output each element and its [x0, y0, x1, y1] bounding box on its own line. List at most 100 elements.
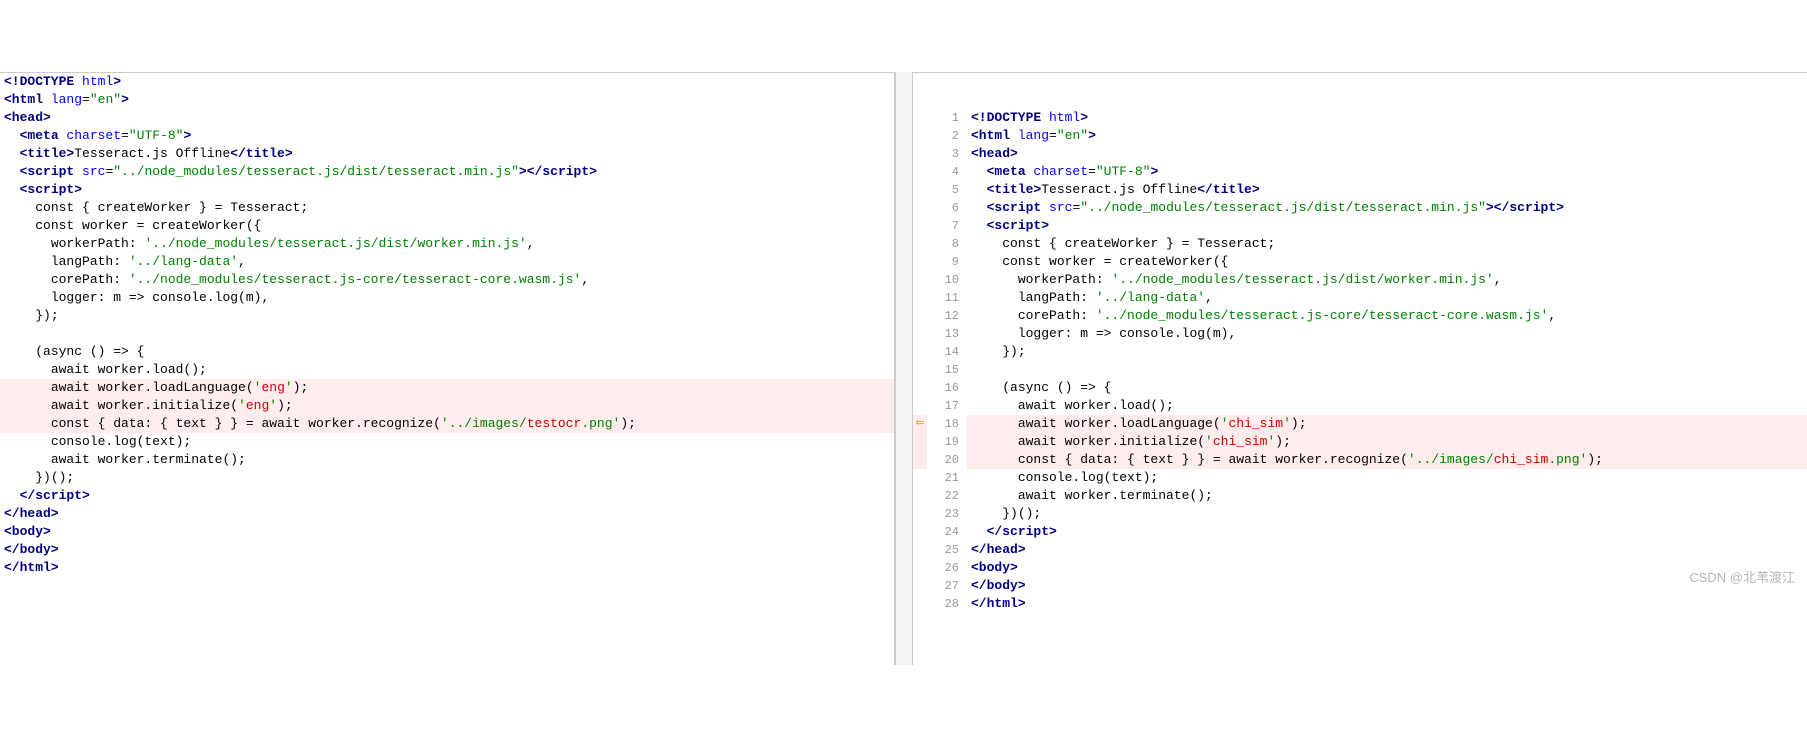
code-content: <title>Tesseract.js Offline</title>	[967, 181, 1807, 199]
code-line[interactable]: 21 console.log(text);	[913, 469, 1807, 487]
code-line[interactable]: <title>Tesseract.js Offline</title>	[0, 145, 894, 163]
code-line[interactable]: logger: m => console.log(m),	[0, 289, 894, 307]
line-number: 12	[927, 307, 967, 325]
code-content: });	[967, 343, 1807, 361]
code-line[interactable]: 8 const { createWorker } = Tesseract;	[913, 235, 1807, 253]
line-number: 2	[927, 127, 967, 145]
code-line[interactable]: 10 workerPath: '../node_modules/tesserac…	[913, 271, 1807, 289]
line-number: 16	[927, 379, 967, 397]
code-line[interactable]: 14 });	[913, 343, 1807, 361]
code-line[interactable]: 2<html lang="en">	[913, 127, 1807, 145]
code-content: console.log(text);	[967, 469, 1807, 487]
code-content: <meta charset="UTF-8">	[0, 127, 894, 145]
code-line[interactable]: 5 <title>Tesseract.js Offline</title>	[913, 181, 1807, 199]
code-line[interactable]: <!DOCTYPE html>	[0, 73, 894, 91]
code-line[interactable]: 13 logger: m => console.log(m),	[913, 325, 1807, 343]
code-content: });	[0, 307, 894, 325]
code-line[interactable]: 26<body>	[913, 559, 1807, 577]
code-line[interactable]: 27</body>	[913, 577, 1807, 595]
code-content: <script src="../node_modules/tesseract.j…	[0, 163, 894, 181]
code-line[interactable]: console.log(text);	[0, 433, 894, 451]
line-number: 21	[927, 469, 967, 487]
code-line[interactable]: </script>	[0, 487, 894, 505]
line-number: 7	[927, 217, 967, 235]
code-line[interactable]: 24 </script>	[913, 523, 1807, 541]
code-content: workerPath: '../node_modules/tesseract.j…	[967, 271, 1807, 289]
code-content: (async () => {	[967, 379, 1807, 397]
code-line[interactable]: await worker.load();	[0, 361, 894, 379]
code-line[interactable]	[0, 325, 894, 343]
code-line[interactable]: 22 await worker.terminate();	[913, 487, 1807, 505]
code-content: console.log(text);	[0, 433, 894, 451]
code-line[interactable]: 12 corePath: '../node_modules/tesseract.…	[913, 307, 1807, 325]
code-line[interactable]: 7 <script>	[913, 217, 1807, 235]
line-number: 1	[927, 109, 967, 127]
code-line[interactable]: <head>	[0, 109, 894, 127]
code-line[interactable]: 19 await worker.initialize('chi_sim');	[913, 433, 1807, 451]
code-content: const worker = createWorker({	[0, 217, 894, 235]
code-line[interactable]: 4 <meta charset="UTF-8">	[913, 163, 1807, 181]
code-line[interactable]: const { createWorker } = Tesseract;	[0, 199, 894, 217]
code-line[interactable]: <body>	[0, 523, 894, 541]
code-line[interactable]: await worker.loadLanguage('eng');	[0, 379, 894, 397]
code-line[interactable]: 23 })();	[913, 505, 1807, 523]
code-content: <meta charset="UTF-8">	[967, 163, 1807, 181]
code-line[interactable]: await worker.terminate();	[0, 451, 894, 469]
left-editor-pane[interactable]: <!DOCTYPE html><html lang="en"><head> <m…	[0, 72, 895, 665]
code-line[interactable]: (async () => {	[0, 343, 894, 361]
code-content: <head>	[0, 109, 894, 127]
code-line[interactable]: 6 <script src="../node_modules/tesseract…	[913, 199, 1807, 217]
code-content: const { data: { text } } = await worker.…	[967, 451, 1807, 469]
code-line[interactable]: corePath: '../node_modules/tesseract.js-…	[0, 271, 894, 289]
watermark: CSDN @北苇渡江	[1689, 569, 1795, 587]
code-content: logger: m => console.log(m),	[0, 289, 894, 307]
code-line[interactable]: })();	[0, 469, 894, 487]
code-line[interactable]: 1<!DOCTYPE html>	[913, 109, 1807, 127]
code-content: const { createWorker } = Tesseract;	[0, 199, 894, 217]
diff-container: <!DOCTYPE html><html lang="en"><head> <m…	[0, 72, 1807, 665]
line-number: 24	[927, 523, 967, 541]
code-line[interactable]: <html lang="en">	[0, 91, 894, 109]
line-number: 10	[927, 271, 967, 289]
code-line[interactable]: 3<head>	[913, 145, 1807, 163]
code-line[interactable]: <script>	[0, 181, 894, 199]
code-line[interactable]: 15	[913, 361, 1807, 379]
code-content: <!DOCTYPE html>	[967, 109, 1807, 127]
code-line[interactable]: 17 await worker.load();	[913, 397, 1807, 415]
code-line[interactable]: await worker.initialize('eng');	[0, 397, 894, 415]
code-line[interactable]: });	[0, 307, 894, 325]
code-content: langPath: '../lang-data',	[0, 253, 894, 271]
code-line[interactable]: ⇐18 await worker.loadLanguage('chi_sim')…	[913, 415, 1807, 433]
right-editor-pane[interactable]: 1<!DOCTYPE html>2<html lang="en">3<head>…	[913, 72, 1807, 665]
code-content: workerPath: '../node_modules/tesseract.j…	[0, 235, 894, 253]
code-line[interactable]: <meta charset="UTF-8">	[0, 127, 894, 145]
code-content: })();	[0, 469, 894, 487]
line-number: 28	[927, 595, 967, 613]
code-line[interactable]: 11 langPath: '../lang-data',	[913, 289, 1807, 307]
code-content: await worker.loadLanguage('chi_sim');	[967, 415, 1807, 433]
code-line[interactable]: workerPath: '../node_modules/tesseract.j…	[0, 235, 894, 253]
code-line[interactable]: 16 (async () => {	[913, 379, 1807, 397]
code-line[interactable]: <script src="../node_modules/tesseract.j…	[0, 163, 894, 181]
code-content: const worker = createWorker({	[967, 253, 1807, 271]
code-line[interactable]: langPath: '../lang-data',	[0, 253, 894, 271]
code-line[interactable]: 28</html>	[913, 595, 1807, 613]
code-line[interactable]: </head>	[0, 505, 894, 523]
pane-divider[interactable]	[895, 72, 913, 665]
line-number: 3	[927, 145, 967, 163]
code-content: <html lang="en">	[967, 127, 1807, 145]
code-line[interactable]: const worker = createWorker({	[0, 217, 894, 235]
line-number: 11	[927, 289, 967, 307]
code-content: (async () => {	[0, 343, 894, 361]
code-line[interactable]: const { data: { text } } = await worker.…	[0, 415, 894, 433]
code-line[interactable]: </body>	[0, 541, 894, 559]
code-content: await worker.load();	[0, 361, 894, 379]
code-content: const { data: { text } } = await worker.…	[0, 415, 894, 433]
code-content: </html>	[967, 595, 1807, 613]
code-content: <!DOCTYPE html>	[0, 73, 894, 91]
code-line[interactable]: 20 const { data: { text } } = await work…	[913, 451, 1807, 469]
code-line[interactable]: </html>	[0, 559, 894, 577]
code-line[interactable]: 25</head>	[913, 541, 1807, 559]
code-content: logger: m => console.log(m),	[967, 325, 1807, 343]
code-line[interactable]: 9 const worker = createWorker({	[913, 253, 1807, 271]
